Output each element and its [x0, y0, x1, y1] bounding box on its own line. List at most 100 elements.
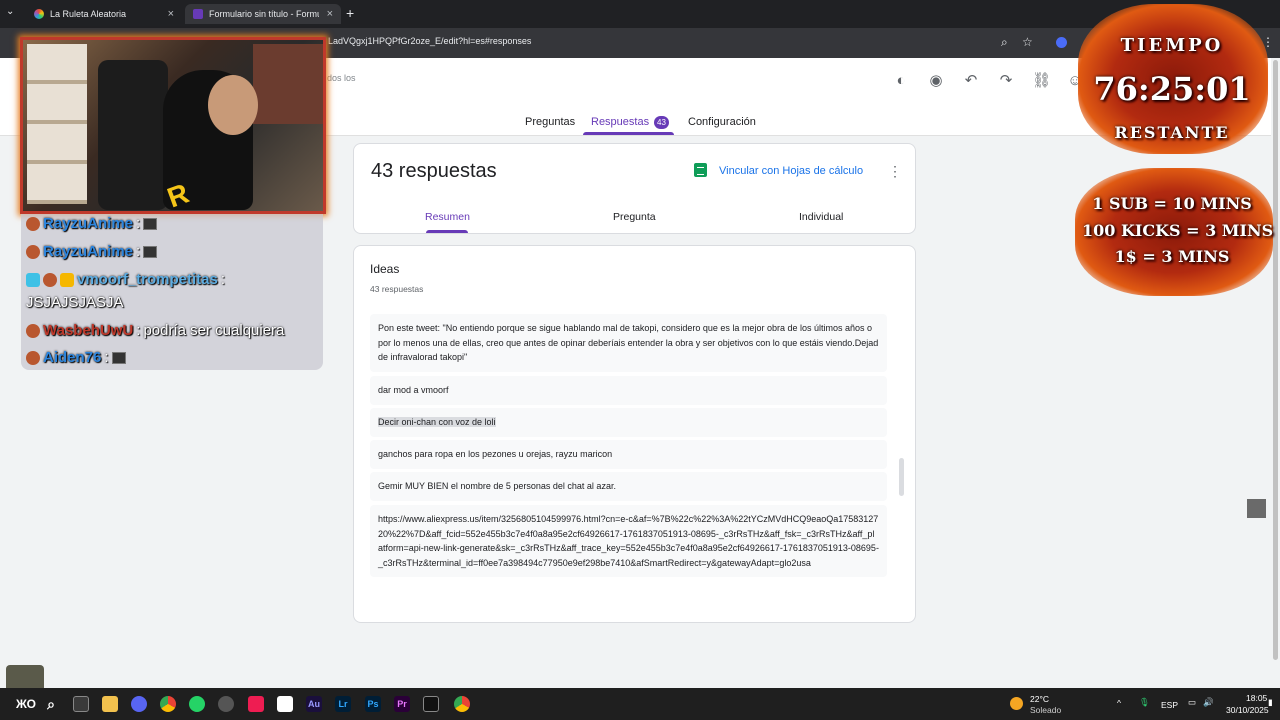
url-text[interactable]: LadVQgxj1HPQPfGr2oze_E/edit?hl=es#respon…: [328, 36, 531, 46]
user-badge-icon: [26, 244, 40, 259]
chrome-alt-icon[interactable]: [454, 696, 470, 712]
tab-label: Formulario sin título - Formular: [209, 9, 319, 19]
obs-icon[interactable]: [218, 696, 234, 712]
clock-time[interactable]: 18:05: [1246, 693, 1267, 703]
start-logo-icon[interactable]: ЖО: [14, 696, 38, 712]
chat-message: RayzuAnime :: [26, 215, 158, 232]
weather-text[interactable]: Soleado: [1030, 705, 1061, 715]
terminal-icon[interactable]: [423, 696, 439, 712]
search-icon[interactable]: ⌕: [43, 696, 59, 712]
tab-configuracion[interactable]: Configuración: [688, 116, 756, 128]
header-faint-text: dos los: [327, 73, 356, 83]
response-item: Pon este tweet: "No entiendo porque se s…: [370, 314, 887, 372]
forms-favicon-icon: [193, 9, 203, 19]
volume-icon[interactable]: 🔊: [1203, 697, 1214, 708]
poster-image: [253, 44, 323, 124]
chat-username: RayzuAnime: [43, 243, 134, 260]
chat-text: podría ser cualquiera: [143, 322, 285, 339]
file-explorer-icon[interactable]: [102, 696, 118, 712]
chat-separator: :: [136, 215, 141, 232]
child-image: [208, 75, 258, 135]
redo-icon[interactable]: ↷: [997, 72, 1015, 90]
active-tab-indicator: [583, 132, 674, 135]
tab-label: La Ruleta Aleatoria: [50, 9, 127, 19]
close-tab-icon[interactable]: ×: [168, 8, 174, 20]
floating-thumbnail: [1247, 499, 1266, 518]
lightroom-icon[interactable]: Lr: [335, 696, 351, 712]
rule-sub: 1 SUB = 10 MINS: [1092, 194, 1252, 213]
ruleta-favicon-icon: [34, 9, 44, 19]
whatsapp-icon[interactable]: [189, 696, 205, 712]
undo-icon[interactable]: ↶: [962, 72, 980, 90]
chat-username: WasbehUwU: [43, 322, 134, 339]
timer-value: 76:25:01: [1093, 70, 1251, 108]
user-badge-icon: [26, 350, 40, 365]
more-options-icon[interactable]: ⋮: [888, 163, 902, 180]
network-icon[interactable]: ▭: [1188, 697, 1196, 708]
tab-ruleta[interactable]: La Ruleta Aleatoria ×: [26, 4, 182, 24]
tray-expand-icon[interactable]: ^: [1117, 698, 1121, 708]
audition-icon[interactable]: Au: [306, 696, 322, 712]
webcam-overlay: R: [20, 37, 326, 214]
responses-title: 43 respuestas: [371, 160, 497, 182]
timer-top-label: TIEMPO: [1120, 35, 1224, 56]
bookmark-star-icon[interactable]: ☆: [1022, 35, 1033, 49]
premiere-icon[interactable]: Pr: [394, 696, 410, 712]
clock-date[interactable]: 30/10/2025: [1226, 705, 1269, 715]
subtab-pregunta[interactable]: Pregunta: [613, 211, 656, 223]
emote-icon: [143, 217, 158, 230]
link-icon[interactable]: ⛓: [1032, 72, 1051, 90]
response-item: https://www.aliexpress.us/item/325680510…: [370, 505, 887, 577]
chat-username: vmoorf_trompetitas: [77, 271, 218, 288]
preview-eye-icon[interactable]: ◉: [927, 72, 945, 90]
response-item: ganchos para ropa en los pezones u oreja…: [370, 440, 887, 469]
response-item: Decir oni-chan con voz de loli: [370, 408, 887, 437]
rule-dollar: 1$ = 3 MINS: [1114, 247, 1230, 266]
question-title: Ideas: [370, 262, 400, 276]
tab-search-icon[interactable]: ⌄: [6, 6, 14, 17]
chrome-icon[interactable]: [160, 696, 176, 712]
user-badge-icon: [26, 216, 40, 231]
chat-message: RayzuAnime :: [26, 243, 158, 260]
weather-temp[interactable]: 22°C: [1030, 694, 1049, 704]
discord-icon[interactable]: [131, 696, 147, 712]
new-tab-icon[interactable]: +: [346, 5, 354, 21]
user-badge-icon: [26, 323, 40, 338]
sheets-icon[interactable]: [694, 163, 707, 177]
emote-icon: [143, 245, 158, 258]
weather-sun-icon[interactable]: [1010, 697, 1023, 710]
tiktok-icon[interactable]: [248, 696, 264, 712]
subtab-resumen[interactable]: Resumen: [425, 211, 470, 223]
gaming-chair-image: [98, 60, 168, 210]
task-view-icon[interactable]: [73, 696, 89, 712]
extension-icon[interactable]: [1056, 37, 1067, 48]
close-tab-icon[interactable]: ×: [327, 8, 333, 20]
zoom-icon[interactable]: ⌕: [1001, 35, 1008, 50]
chat-message: vmoorf_trompetitas :: [26, 271, 225, 288]
link-sheets-button[interactable]: Vincular con Hojas de cálculo: [719, 165, 863, 177]
responses-scrollbar[interactable]: [899, 458, 904, 496]
chat-separator: :: [104, 349, 109, 366]
photoshop-icon[interactable]: Ps: [365, 696, 381, 712]
notifications-icon[interactable]: ▮: [1268, 697, 1273, 708]
microphone-icon[interactable]: 🎙: [1139, 697, 1150, 708]
selected-text: Decir oni-chan con voz de loli: [378, 417, 496, 427]
chat-text: JSJAJSJASJA: [26, 294, 124, 311]
subtab-individual[interactable]: Individual: [799, 211, 843, 223]
palette-icon[interactable]: ◐: [892, 72, 910, 90]
capcut-icon[interactable]: [277, 696, 293, 712]
timer-bottom-label: RESTANTE: [1114, 123, 1230, 142]
tab-preguntas[interactable]: Preguntas: [525, 116, 575, 128]
chat-separator: :: [136, 243, 141, 260]
responses-count-badge: 43: [654, 116, 669, 129]
page-scrollbar-thumb[interactable]: [1273, 60, 1278, 660]
language-indicator[interactable]: ESP: [1161, 700, 1178, 710]
tab-respuestas[interactable]: Respuestas: [591, 116, 649, 128]
active-subtab-indicator: [426, 230, 468, 233]
chat-message: Aiden76 :: [26, 349, 126, 366]
tab-formulario[interactable]: Formulario sin título - Formular ×: [185, 4, 341, 24]
chat-separator: :: [136, 322, 141, 339]
user-badge-icon: [43, 272, 57, 287]
question-response-count: 43 respuestas: [370, 284, 424, 294]
chat-message: WasbehUwU : podría ser cualquiera: [26, 322, 284, 339]
